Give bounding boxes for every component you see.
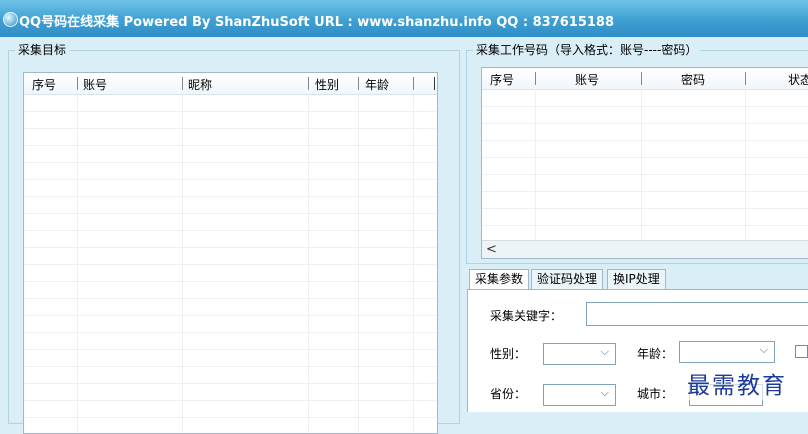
keyword-label: 采集关键字： [490, 309, 563, 323]
targets-table[interactable]: 序号 账号 昵称 性别 年龄 [23, 72, 438, 434]
city-label: 城市： [637, 387, 674, 401]
col-header-account[interactable]: 账号 [575, 71, 599, 88]
gender-label: 性别： [490, 347, 527, 361]
work-accounts-group: 采集工作号码（导入格式：账号----密码） 序号 账号 密码 状态 < [466, 42, 808, 264]
col-header-password[interactable]: 密码 [681, 71, 705, 88]
province-select[interactable]: ⌵ [543, 384, 616, 406]
col-header-nickname[interactable]: 昵称 [188, 76, 212, 93]
gender-select[interactable]: ⌵ [543, 343, 616, 365]
col-header-index[interactable]: 序号 [490, 71, 514, 88]
targets-group: 采集目标 序号 账号 昵称 性别 年龄 [8, 42, 460, 434]
age-checkbox[interactable] [795, 345, 808, 358]
tab-captcha[interactable]: 验证码处理 [531, 269, 604, 290]
tab-collect-params[interactable]: 采集参数 [469, 269, 530, 291]
targets-legend: 采集目标 [15, 42, 70, 58]
keyword-input[interactable] [586, 302, 808, 326]
window-title: QQ号码在线采集 Powered By ShanZhuSoft URL : ww… [19, 15, 615, 30]
work-accounts-table-header: 序号 账号 密码 状态 [482, 68, 808, 90]
app-globe-icon [3, 12, 18, 27]
age-label: 年龄： [637, 347, 674, 361]
watermark-logo: 最需教育 [687, 366, 787, 400]
col-header-account[interactable]: 账号 [83, 76, 107, 93]
chevron-down-icon: ⌵ [600, 345, 609, 358]
age-select[interactable]: ⌵ [679, 341, 775, 363]
work-accounts-table[interactable]: 序号 账号 密码 状态 < [481, 67, 808, 259]
col-header-gender[interactable]: 性别 [315, 76, 339, 93]
tab-change-ip[interactable]: 换IP处理 [607, 269, 666, 290]
targets-table-header: 序号 账号 昵称 性别 年龄 [24, 73, 437, 95]
chevron-down-icon: ⌵ [759, 343, 768, 356]
horizontal-scrollbar[interactable]: < [482, 240, 808, 258]
scroll-left-arrow[interactable]: < [486, 242, 497, 257]
col-header-age[interactable]: 年龄 [365, 76, 389, 93]
province-label: 省份： [490, 387, 527, 401]
col-header-index[interactable]: 序号 [32, 76, 56, 93]
work-accounts-legend: 采集工作号码（导入格式：账号----密码） [473, 42, 701, 58]
chevron-down-icon: ⌵ [600, 386, 609, 399]
col-header-status[interactable]: 状态 [788, 71, 808, 88]
title-bar: QQ号码在线采集 Powered By ShanZhuSoft URL : ww… [0, 0, 808, 37]
